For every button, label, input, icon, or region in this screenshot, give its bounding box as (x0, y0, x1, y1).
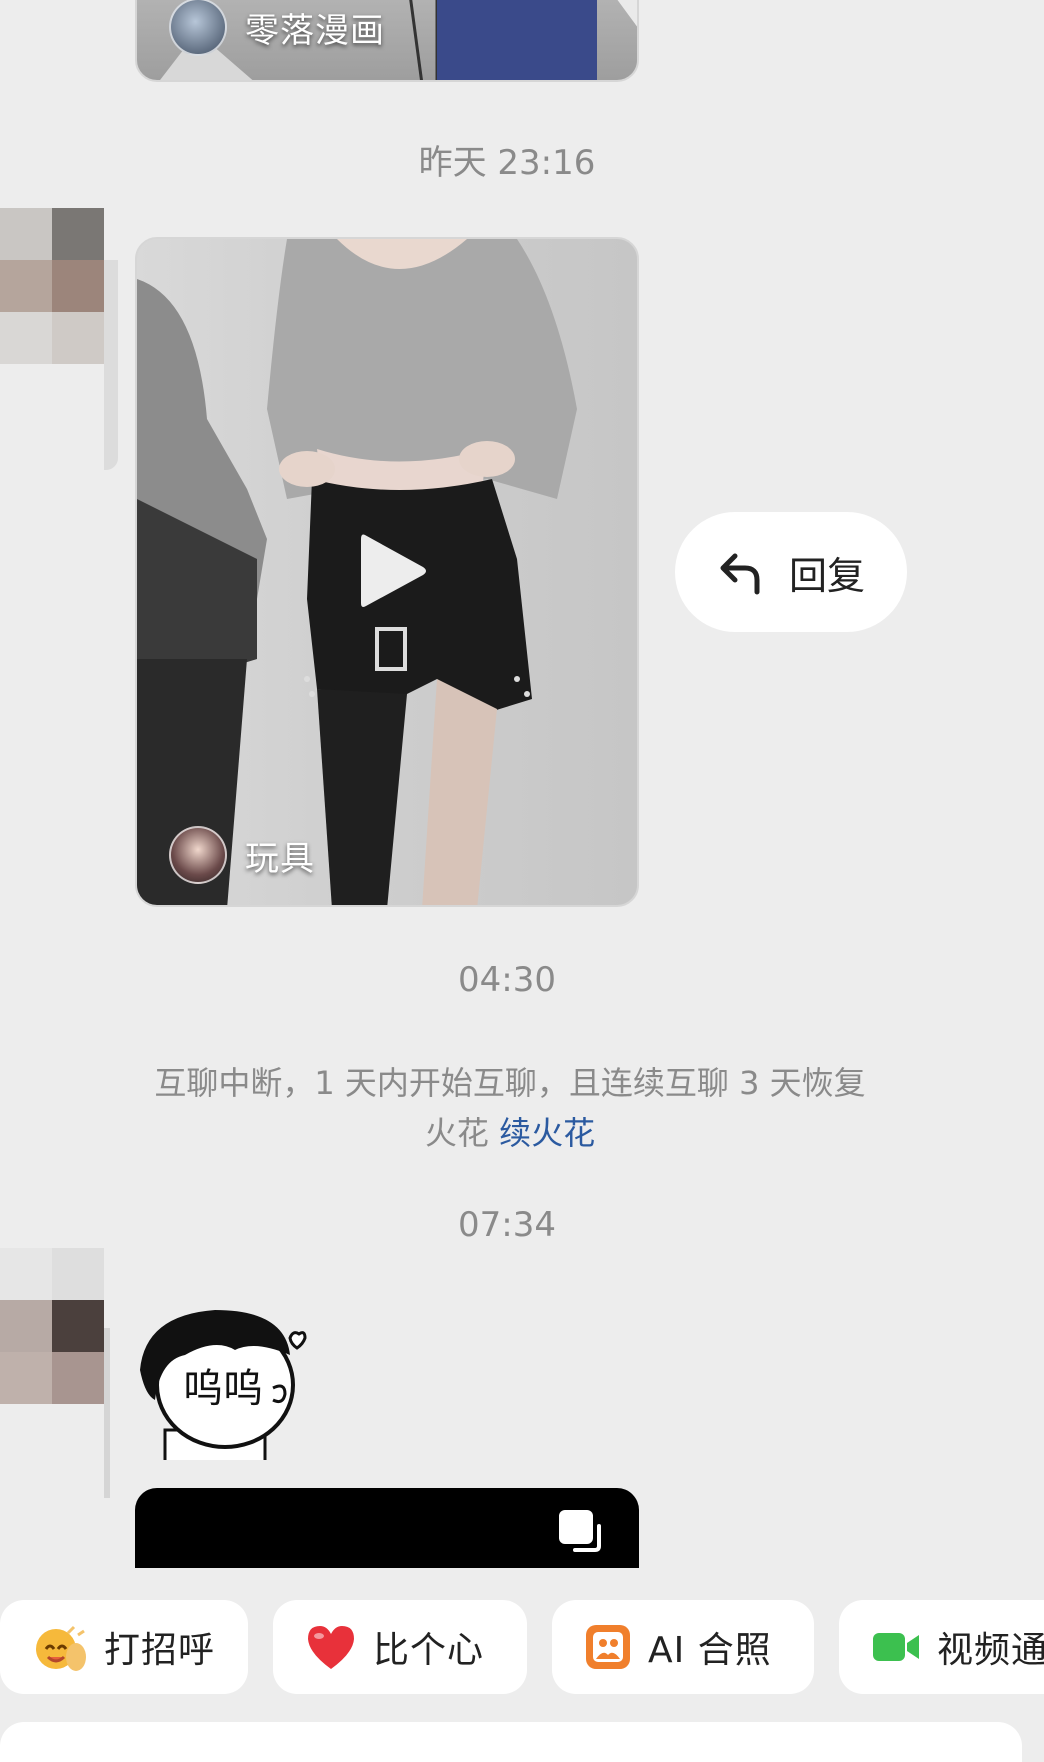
crying-face-sticker-icon: 呜呜 (140, 1310, 307, 1460)
copy-icon (559, 1510, 601, 1552)
streak-notice-line2: 火花 续火花 (100, 1108, 920, 1158)
timestamp: 07:34 (458, 1205, 556, 1245)
timestamp: 04:30 (458, 960, 556, 1000)
quick-action-label: 比个心 (373, 1630, 485, 1671)
media-message-card[interactable] (135, 1488, 639, 1568)
timestamp: 昨天 23:16 (418, 143, 596, 183)
author-avatar (169, 826, 227, 884)
wave-emoji-icon (36, 1625, 86, 1671)
streak-notice-prefix: 火花 (424, 1114, 500, 1152)
author-avatar (169, 0, 227, 56)
quick-action-label: AI 合照 (648, 1630, 772, 1671)
quick-action-label: 打招呼 (104, 1630, 216, 1671)
video-message-card[interactable]: 玩具 (135, 237, 639, 907)
renew-streak-link[interactable]: 续火花 (499, 1114, 595, 1152)
partner-avatar-blurred[interactable] (0, 1248, 110, 1498)
video-message-card[interactable]: 零落漫画 (135, 0, 639, 82)
sticker-text: 呜呜 (183, 1366, 263, 1412)
reply-label: 回复 (788, 553, 865, 598)
play-icon[interactable] (357, 529, 429, 613)
sticker-message[interactable]: 呜呜 (135, 1310, 310, 1462)
video-author: 零落漫画 (169, 0, 385, 56)
ai-photo-icon (586, 1625, 630, 1669)
video-call-icon (873, 1633, 919, 1661)
video-author: 玩具 (169, 826, 315, 884)
reply-button[interactable]: 回复 (675, 512, 907, 632)
partner-avatar-blurred[interactable] (0, 208, 118, 470)
heart-icon (308, 1626, 354, 1669)
message-input-bar[interactable] (0, 1722, 1022, 1762)
quick-action-heart[interactable]: 比个心 (273, 1600, 527, 1694)
streak-notice: 互聊中断，1 天内开始互聊，且连续互聊 3 天恢复 火花 续火花 (100, 1058, 920, 1158)
reply-arrow-icon (720, 553, 760, 595)
streak-notice-line1: 互聊中断，1 天内开始互聊，且连续互聊 3 天恢复 (154, 1064, 866, 1102)
quick-action-ai-photo[interactable]: AI 合照 (552, 1600, 814, 1694)
video-author-name: 零落漫画 (245, 10, 385, 51)
quick-action-greet[interactable]: 打招呼 (0, 1600, 248, 1694)
quick-action-label: 视频通 (937, 1630, 1044, 1671)
video-author-name: 玩具 (245, 838, 315, 879)
quick-action-video-call[interactable]: 视频通 (839, 1600, 1044, 1694)
